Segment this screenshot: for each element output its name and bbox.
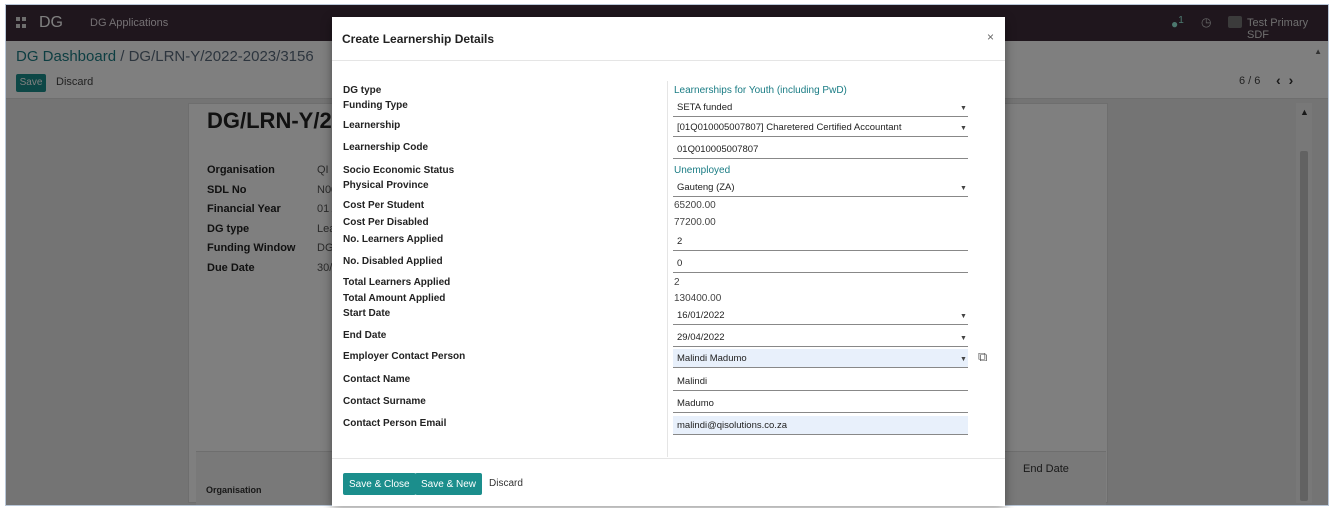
field-label: Start Date	[343, 308, 391, 319]
field-learnership: Learnership [01Q010005007807] Charetered…	[332, 118, 1005, 138]
field-contact-name: Contact Name Malindi	[332, 372, 1005, 392]
cost-per-student-value: 65200.00	[674, 200, 716, 211]
field-label: Learnership	[343, 120, 401, 131]
field-no-disabled-applied: No. Disabled Applied 0	[332, 254, 1005, 274]
employer-contact-person-select[interactable]: Malindi Madumo	[673, 349, 968, 368]
dg-type-value[interactable]: Learnerships for Youth (including PwD)	[674, 85, 847, 96]
field-label: Total Amount Applied	[343, 293, 446, 304]
create-learnership-dialog: Create Learnership Details × DG type Lea…	[332, 17, 1005, 506]
save-new-button[interactable]: Save & New	[415, 473, 483, 495]
field-start-date: Start Date 16/01/2022 ▼	[332, 306, 1005, 326]
field-label: End Date	[343, 330, 387, 341]
field-label: Cost Per Disabled	[343, 217, 429, 228]
field-label: Contact Person Email	[343, 418, 447, 429]
field-contact-surname: Contact Surname Madumo	[332, 394, 1005, 414]
field-label: DG type	[343, 85, 382, 96]
field-funding-type: Funding Type SETA funded ▼	[332, 98, 1005, 118]
dialog-body: DG type Learnerships for Youth (includin…	[332, 61, 1005, 461]
field-label: Funding Type	[343, 100, 408, 111]
dropdown-caret-icon[interactable]: ▼	[960, 356, 967, 363]
contact-surname-input[interactable]: Madumo	[673, 394, 968, 413]
field-label: Physical Province	[343, 180, 429, 191]
dropdown-caret-icon[interactable]: ▼	[960, 335, 967, 342]
total-learners-applied-value: 2	[674, 277, 680, 288]
start-date-input[interactable]: 16/01/2022	[673, 306, 968, 325]
funding-type-select[interactable]: SETA funded	[673, 98, 968, 117]
dropdown-caret-icon[interactable]: ▼	[960, 185, 967, 192]
field-label: No. Disabled Applied	[343, 256, 443, 267]
physical-province-select[interactable]: Gauteng (ZA)	[673, 178, 968, 197]
dialog-title: Create Learnership Details	[342, 32, 495, 46]
field-label: Employer Contact Person	[343, 351, 466, 362]
field-learnership-code: Learnership Code 01Q010005007807	[332, 140, 1005, 160]
field-end-date: End Date 29/04/2022 ▼	[332, 328, 1005, 348]
field-label: Contact Surname	[343, 396, 426, 407]
no-disabled-applied-input[interactable]: 0	[673, 254, 968, 273]
field-label: Socio Economic Status	[343, 165, 455, 176]
field-physical-province: Physical Province Gauteng (ZA) ▼	[332, 178, 1005, 198]
field-label: Learnership Code	[343, 142, 429, 153]
learnership-code-input[interactable]: 01Q010005007807	[673, 140, 968, 159]
cost-per-disabled-value: 77200.00	[674, 217, 716, 228]
field-label: No. Learners Applied	[343, 234, 444, 245]
field-employer-contact-person: Employer Contact Person Malindi Madumo ▼…	[332, 349, 1005, 369]
end-date-input[interactable]: 29/04/2022	[673, 328, 968, 347]
field-no-learners-applied: No. Learners Applied 2	[332, 232, 1005, 252]
contact-person-email-input[interactable]: malindi@qisolutions.co.za	[673, 416, 968, 435]
save-close-button[interactable]: Save & Close	[343, 473, 416, 495]
dropdown-caret-icon[interactable]: ▼	[960, 105, 967, 112]
dropdown-caret-icon[interactable]: ▼	[960, 125, 967, 132]
field-label: Total Learners Applied	[343, 277, 451, 288]
dialog-footer: Save & Close Save & New Discard	[332, 458, 1005, 506]
contact-name-input[interactable]: Malindi	[673, 372, 968, 391]
external-link-icon[interactable]: ⧉	[978, 349, 987, 365]
field-contact-person-email: Contact Person Email malindi@qisolutions…	[332, 416, 1005, 436]
total-amount-applied-value: 130400.00	[674, 293, 722, 304]
close-icon[interactable]: ×	[987, 30, 994, 44]
dialog-discard-button[interactable]: Discard	[489, 478, 523, 489]
field-label: Cost Per Student	[343, 200, 425, 211]
dialog-header: Create Learnership Details ×	[332, 17, 1005, 61]
field-label: Contact Name	[343, 374, 411, 385]
dropdown-caret-icon[interactable]: ▼	[960, 313, 967, 320]
learnership-select[interactable]: [01Q010005007807] Charetered Certified A…	[673, 118, 968, 137]
socio-economic-status-value[interactable]: Unemployed	[674, 165, 730, 176]
no-learners-applied-input[interactable]: 2	[673, 232, 968, 251]
